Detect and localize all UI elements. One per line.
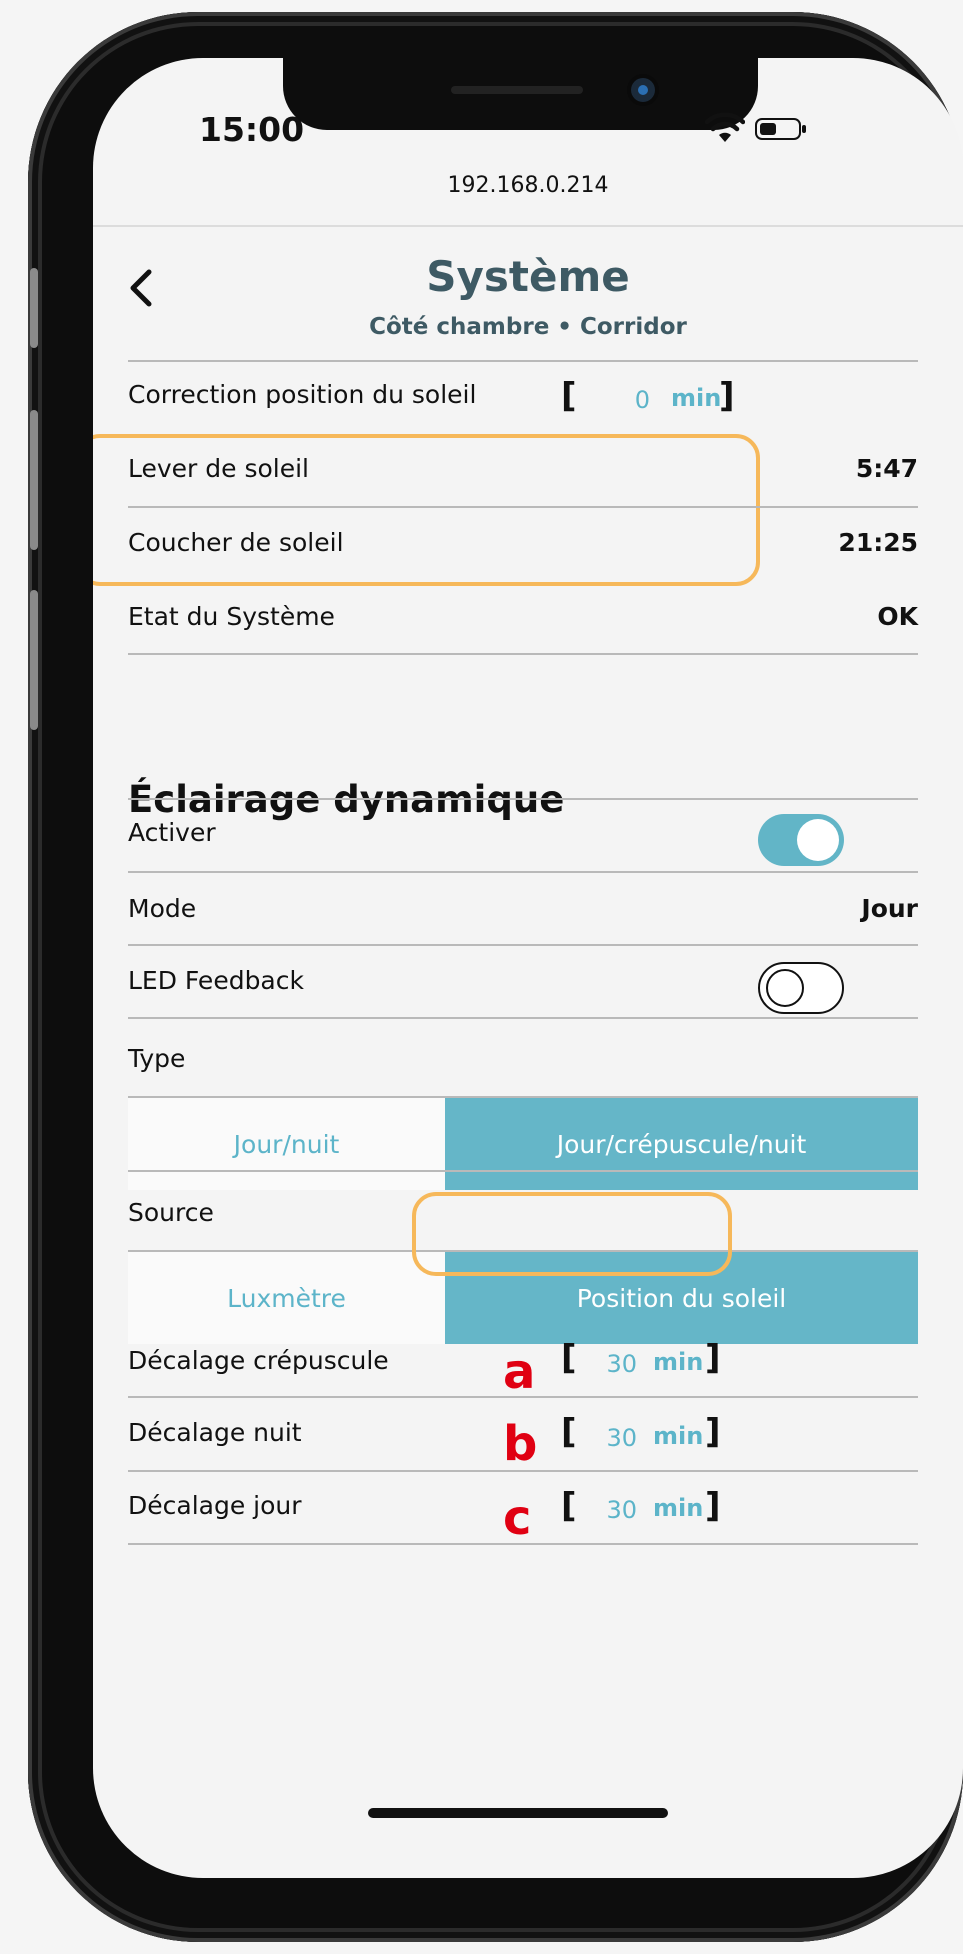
offset-day-unit: min bbox=[653, 1494, 704, 1522]
divider bbox=[128, 1396, 918, 1398]
annotation-marker-b: b bbox=[503, 1416, 538, 1472]
divider bbox=[128, 1470, 918, 1472]
url-divider bbox=[93, 225, 963, 227]
correction-label: Correction position du soleil bbox=[128, 380, 477, 409]
source-highlight bbox=[412, 1192, 732, 1276]
page-title: Système bbox=[426, 252, 630, 301]
divider bbox=[128, 506, 918, 508]
bracket-close: ] bbox=[719, 376, 735, 416]
led-feedback-label: LED Feedback bbox=[128, 966, 304, 995]
phone-screen: 15:00 192.168.0.214 Système Côté chambre… bbox=[93, 58, 963, 1878]
offset-night-input[interactable]: 30 bbox=[577, 1424, 637, 1452]
type-label: Type bbox=[128, 1044, 186, 1073]
source-label: Source bbox=[128, 1198, 214, 1227]
front-camera bbox=[631, 78, 655, 102]
system-state-label: Etat du Système bbox=[128, 602, 335, 631]
bracket-open: [ bbox=[561, 376, 577, 416]
notch bbox=[283, 58, 758, 130]
status-time: 15:00 bbox=[199, 110, 305, 149]
wifi-icon bbox=[705, 112, 745, 142]
mode-label: Mode bbox=[128, 894, 197, 923]
bracket-open: [ bbox=[561, 1412, 577, 1452]
sunset-value: 21:25 bbox=[838, 528, 918, 557]
volume-down-button bbox=[30, 590, 38, 730]
toggle-knob bbox=[797, 819, 839, 861]
activate-toggle[interactable] bbox=[758, 814, 844, 866]
offset-night-label: Décalage nuit bbox=[128, 1418, 302, 1447]
sunrise-label: Lever de soleil bbox=[128, 454, 310, 483]
bracket-close: ] bbox=[705, 1412, 721, 1452]
sunrise-value: 5:47 bbox=[855, 454, 918, 483]
home-indicator[interactable] bbox=[368, 1808, 668, 1818]
mode-value: Jour bbox=[861, 894, 918, 923]
type-option-day-twilight-night[interactable]: Jour/crépuscule/nuit bbox=[445, 1098, 918, 1190]
silent-switch bbox=[30, 268, 38, 348]
divider bbox=[128, 360, 918, 362]
speaker-grille bbox=[451, 86, 583, 94]
led-feedback-toggle[interactable] bbox=[758, 962, 844, 1014]
source-option-luxmeter[interactable]: Luxmètre bbox=[128, 1252, 445, 1344]
divider bbox=[128, 871, 918, 873]
correction-unit: min bbox=[671, 384, 722, 412]
annotation-marker-c: c bbox=[503, 1490, 532, 1546]
toggle-knob bbox=[766, 969, 804, 1007]
offset-twilight-label: Décalage crépuscule bbox=[128, 1346, 389, 1375]
offset-day-label: Décalage jour bbox=[128, 1491, 302, 1520]
correction-value-input[interactable]: 0 bbox=[590, 386, 650, 414]
status-icons bbox=[705, 112, 806, 146]
divider bbox=[128, 653, 918, 655]
sunset-label: Coucher de soleil bbox=[128, 528, 344, 557]
battery-icon bbox=[755, 118, 806, 140]
divider bbox=[128, 944, 918, 946]
bracket-close: ] bbox=[705, 1338, 721, 1378]
offset-twilight-unit: min bbox=[653, 1348, 704, 1376]
annotation-marker-a: a bbox=[503, 1344, 536, 1400]
system-state-value: OK bbox=[877, 602, 918, 631]
page-subtitle: Côté chambre • Corridor bbox=[369, 314, 687, 340]
divider bbox=[128, 1543, 918, 1545]
bracket-open: [ bbox=[561, 1338, 577, 1378]
divider bbox=[128, 798, 918, 800]
divider bbox=[128, 1170, 918, 1172]
volume-up-button bbox=[30, 410, 38, 550]
activate-label: Activer bbox=[128, 818, 216, 847]
offset-day-input[interactable]: 30 bbox=[577, 1496, 637, 1524]
divider bbox=[128, 1017, 918, 1019]
offset-night-unit: min bbox=[653, 1422, 704, 1450]
bracket-close: ] bbox=[705, 1486, 721, 1526]
offset-twilight-input[interactable]: 30 bbox=[577, 1350, 637, 1378]
type-option-day-night[interactable]: Jour/nuit bbox=[128, 1098, 445, 1190]
url-bar[interactable]: 192.168.0.214 bbox=[93, 166, 963, 206]
bracket-open: [ bbox=[561, 1486, 577, 1526]
